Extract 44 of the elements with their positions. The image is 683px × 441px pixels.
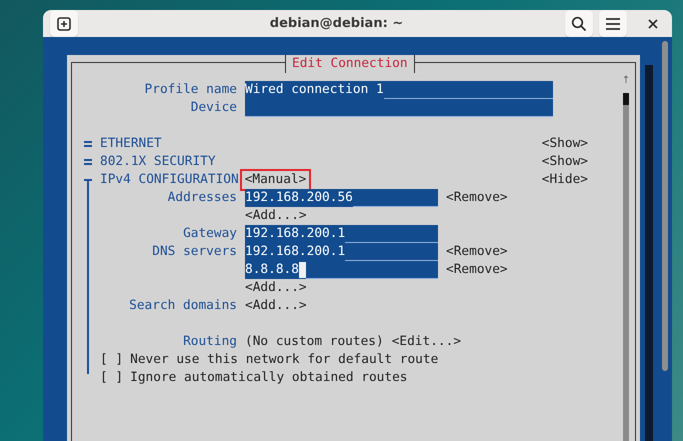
field-label: Gateway <box>183 226 237 241</box>
input-field[interactable]: 192.168.200.1 <box>245 225 438 243</box>
section-toggle-button[interactable]: <Show> <box>542 135 588 153</box>
section-toggle-button[interactable]: <Hide> <box>542 171 588 189</box>
input-field[interactable]: 192.168.200.56 <box>245 189 438 207</box>
field-label: DNS servers <box>152 244 237 259</box>
field-label: Device <box>190 99 238 117</box>
checkbox-label: Never use this network for default route <box>130 351 438 369</box>
dialog-title: Edit Connection <box>285 55 415 73</box>
close-icon <box>648 18 658 28</box>
checkbox-label: Ignore automatically obtained routes <box>130 369 408 387</box>
scroll-thumb[interactable] <box>623 93 629 105</box>
section-title: IPv4 CONFIGURATION <box>100 171 239 189</box>
terminal-scrollbar[interactable] <box>662 41 668 371</box>
menu-icon <box>605 16 621 30</box>
action-button[interactable]: <Remove> <box>446 189 508 207</box>
search-button[interactable] <box>565 10 593 37</box>
scroll-arrow[interactable]: ↑ <box>622 75 630 87</box>
routes-status: (No custom routes) <box>245 333 384 351</box>
search-icon <box>571 16 587 32</box>
field-label: Search domains <box>129 298 237 313</box>
new-tab-button[interactable] <box>50 10 78 37</box>
field-label: Routing <box>183 334 237 349</box>
action-button[interactable]: <Add...> <box>245 207 307 225</box>
new-tab-icon <box>57 16 71 30</box>
method-dropdown[interactable]: <Manual> <box>242 171 310 189</box>
action-button[interactable]: <Add...> <box>245 279 307 297</box>
checkbox[interactable]: [ ] <box>100 369 124 387</box>
section-title: ETHERNET <box>100 135 162 153</box>
checkbox[interactable]: [ ] <box>100 351 124 369</box>
input-field[interactable]: 192.168.200.1 <box>245 243 438 261</box>
field-label: Profile name <box>144 81 238 99</box>
action-button[interactable]: <Edit...> <box>392 333 462 351</box>
action-button[interactable]: <Remove> <box>446 243 508 261</box>
action-button[interactable]: <Remove> <box>446 261 508 279</box>
input-field[interactable]: 8.8.8.8 <box>245 261 438 279</box>
window-title: debian@debian: ~ <box>268 16 404 31</box>
section-toggle-button[interactable]: <Show> <box>542 153 588 171</box>
action-button[interactable]: <Add...> <box>245 297 307 315</box>
field-label: Addresses <box>168 190 237 205</box>
input-field[interactable] <box>245 99 553 117</box>
menu-button[interactable] <box>599 10 627 37</box>
section-title: 802.1X SECURITY <box>100 153 216 171</box>
input-field[interactable]: Wired connection 1 <box>245 81 553 99</box>
